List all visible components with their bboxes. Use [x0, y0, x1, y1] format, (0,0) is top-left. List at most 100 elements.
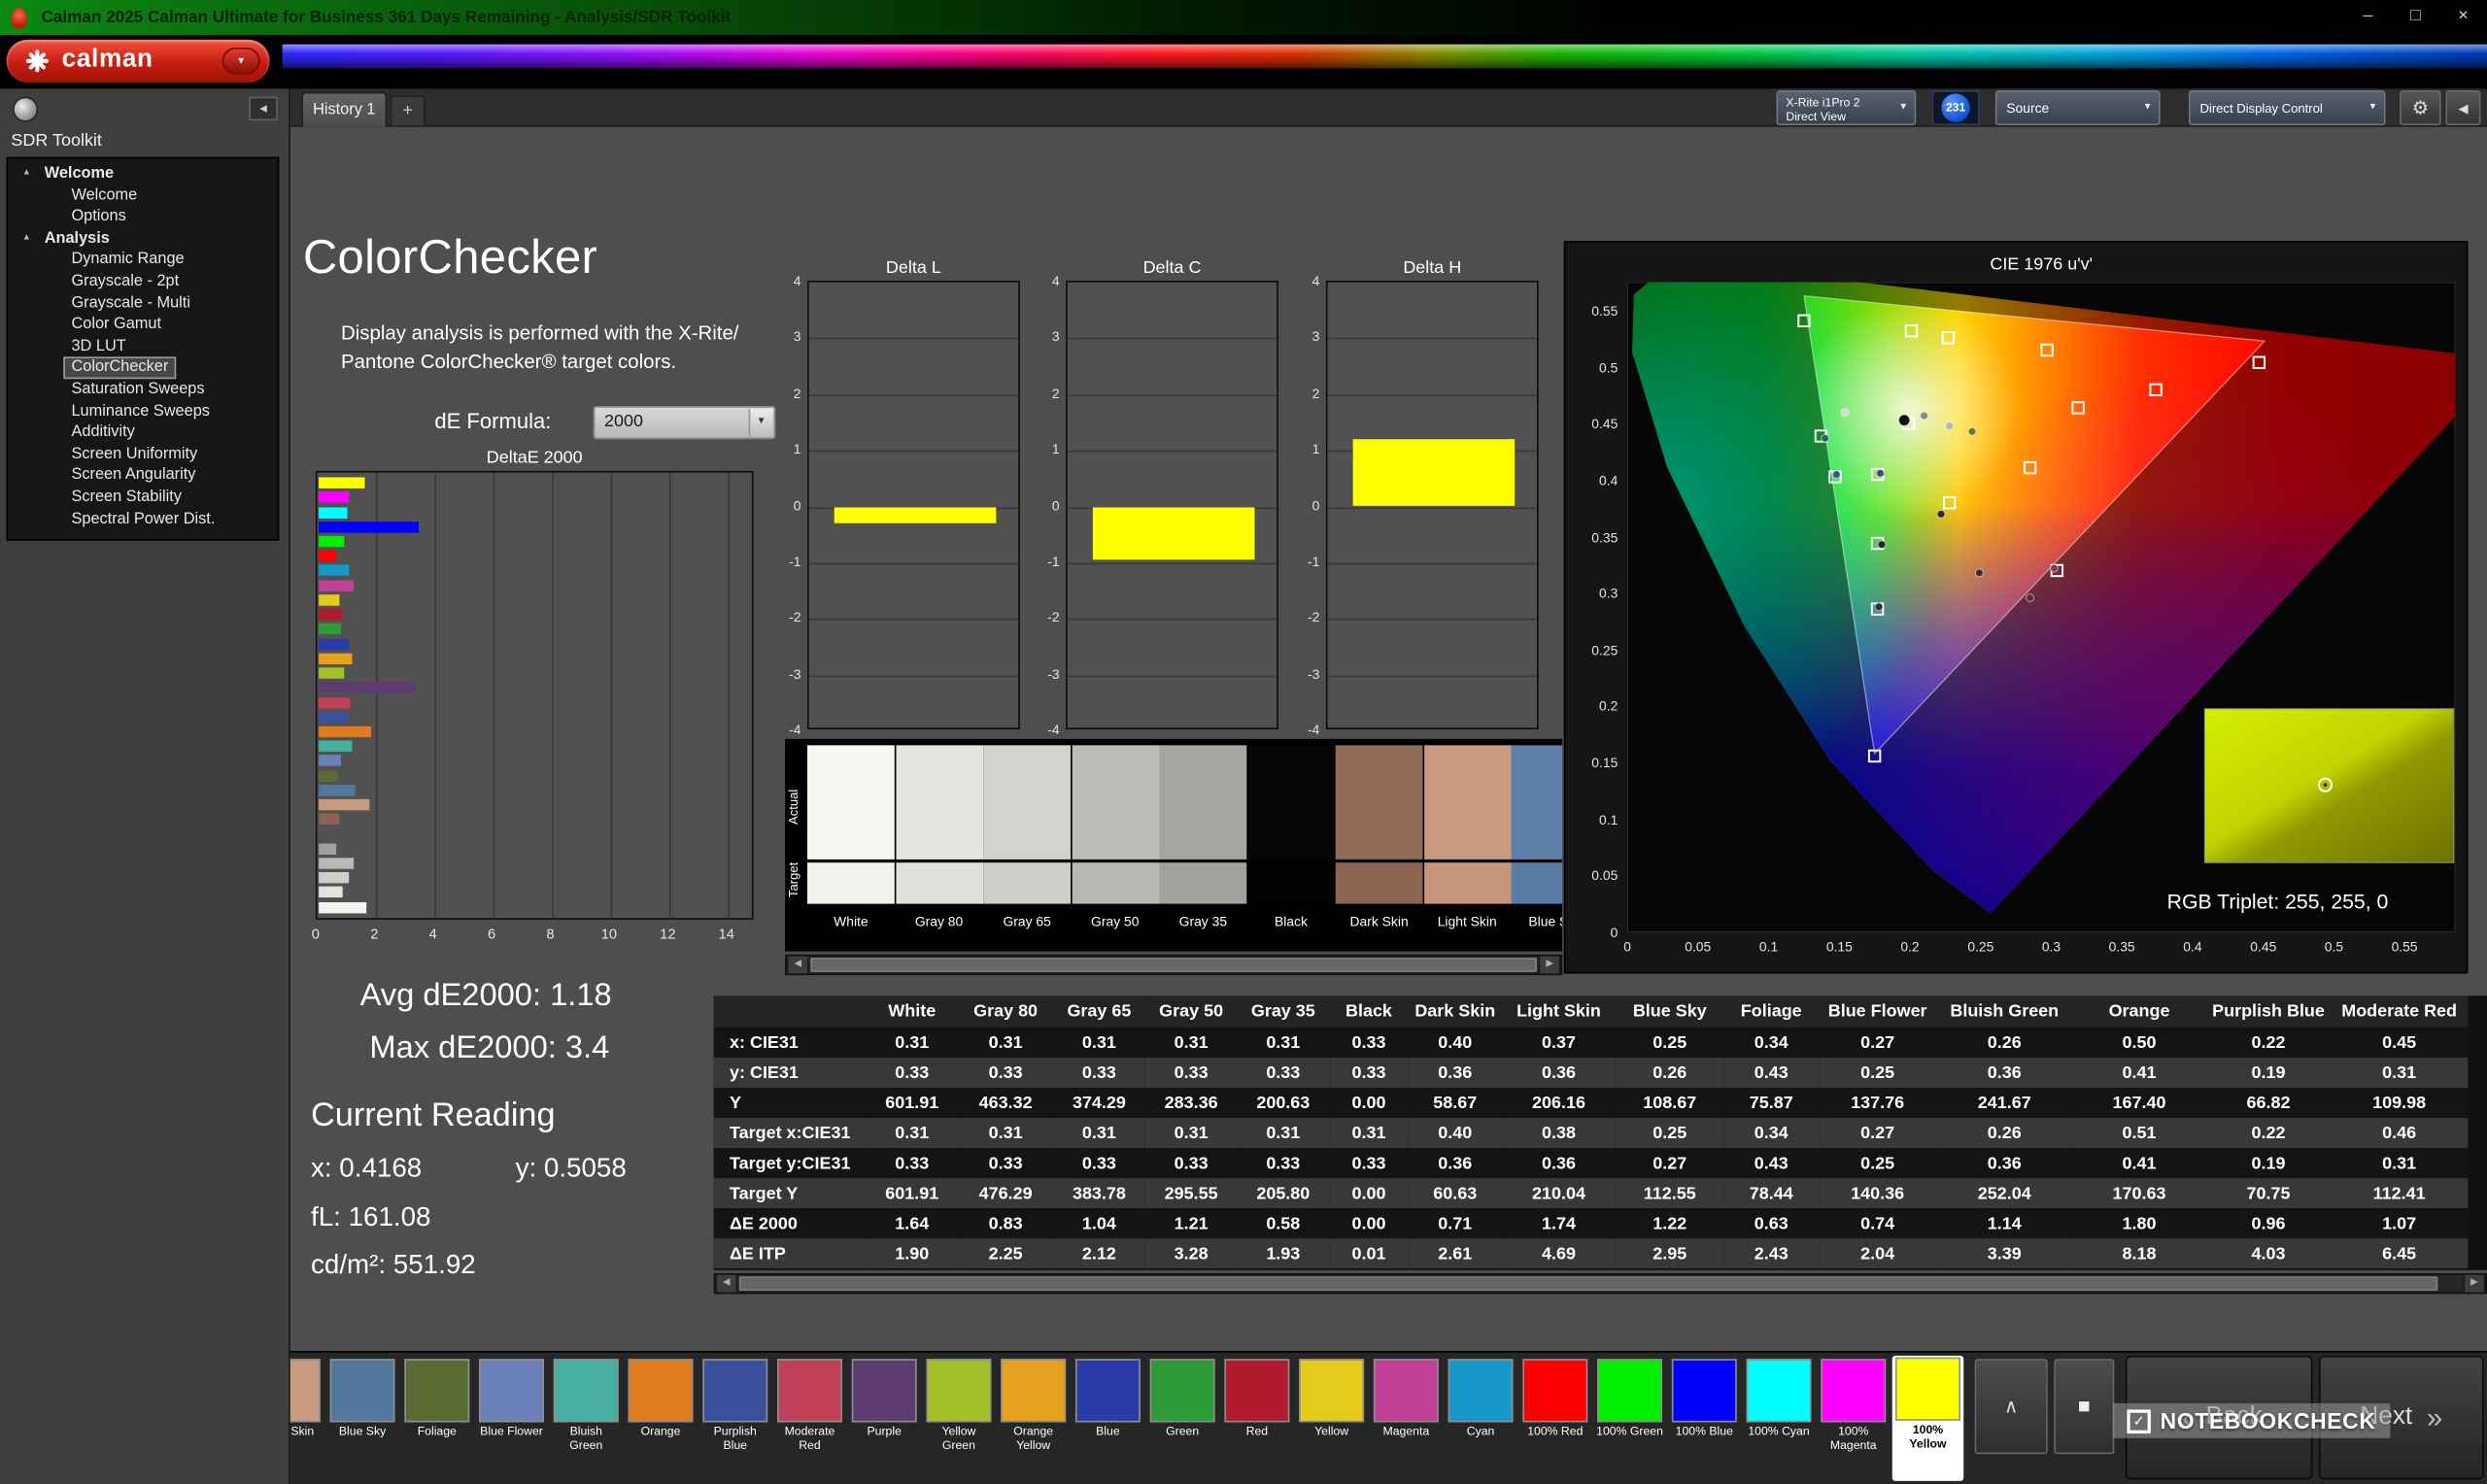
table-cell: 1.93: [1266, 1243, 1301, 1264]
patch-button-red[interactable]: Red: [1221, 1358, 1292, 1463]
scroll-right-icon[interactable]: ▶: [1538, 956, 1561, 974]
sidebar-collapse-button[interactable]: ◀: [249, 96, 278, 121]
meter-dropdown[interactable]: X-Rite i1Pro 2 Direct View ▼: [1776, 90, 1917, 125]
patch-color-swatch: [1821, 1359, 1887, 1423]
sidebar-item-3d-lut[interactable]: 3D LUT: [8, 336, 278, 357]
sidebar-item-welcome[interactable]: ▲ Welcome: [8, 163, 278, 185]
sidebar-item-grayscale-multi[interactable]: Grayscale - Multi: [8, 292, 278, 314]
sidebar-item-screen-uniformity[interactable]: Screen Uniformity: [8, 444, 278, 465]
minimize-button[interactable]: –: [2344, 0, 2392, 35]
table-cell: 2.25: [988, 1243, 1023, 1264]
add-tab-button[interactable]: +: [390, 94, 426, 127]
table-cell: 0.43: [1754, 1153, 1789, 1173]
patch-color-swatch: [628, 1359, 694, 1423]
patch-button-bluish-green[interactable]: Bluish Green: [551, 1358, 622, 1463]
sidebar-item-colorchecker[interactable]: ColorChecker: [8, 356, 278, 380]
patch-button-magenta[interactable]: Magenta: [1371, 1358, 1442, 1463]
table-cell: 0.37: [1541, 1032, 1576, 1053]
delta_h-chart: [1325, 280, 1539, 730]
display-control-dropdown[interactable]: Direct Display Control ▼: [2189, 90, 2386, 125]
patch-button-blue-sky[interactable]: Blue Sky: [326, 1358, 397, 1463]
sidebar-item-options[interactable]: Options: [8, 207, 278, 228]
deltae-bar-foliage: [319, 769, 338, 782]
patch-button-100-cyan[interactable]: 100% Cyan: [1743, 1358, 1814, 1463]
close-button[interactable]: ×: [2439, 0, 2487, 35]
delta_h-y-tick-label: 2: [1312, 385, 1320, 401]
delta_l-y-tick-label: -1: [789, 553, 801, 569]
sidebar-item-analysis[interactable]: ▲ Analysis: [8, 228, 278, 250]
sidebar-item-label: Additivity: [71, 423, 135, 442]
sidebar-item-dynamic-range[interactable]: Dynamic Range: [8, 250, 278, 271]
patch-button-100-green[interactable]: 100% Green: [1594, 1358, 1665, 1463]
chevron-down-icon: ▼: [2142, 103, 2153, 113]
de-formula-dropdown[interactable]: 2000 ▼: [593, 405, 776, 440]
calman-logo[interactable]: calman ▼: [6, 39, 270, 83]
target-swatch: [895, 862, 983, 904]
target-swatch: [1423, 862, 1512, 904]
scroll-left-icon[interactable]: ◀: [715, 1274, 738, 1293]
patch-button-100-blue[interactable]: 100% Blue: [1669, 1358, 1740, 1463]
settings-button[interactable]: ⚙: [2400, 90, 2441, 125]
patch-button-moderate-red[interactable]: Moderate Red: [774, 1358, 845, 1463]
table-cell: 167.40: [2112, 1093, 2166, 1113]
patch-button-light-skin[interactable]: Light Skin: [290, 1358, 324, 1463]
patch-button-orange-yellow[interactable]: Orange Yellow: [998, 1358, 1069, 1463]
sidebar-item-luminance-sweeps[interactable]: Luminance Sweeps: [8, 400, 278, 422]
sidebar-item-screen-stability[interactable]: Screen Stability: [8, 487, 278, 508]
sidebar-item-grayscale-2pt[interactable]: Grayscale - 2pt: [8, 271, 278, 292]
sidebar-item-spectral-power-dist-[interactable]: Spectral Power Dist.: [8, 508, 278, 529]
patch-button-blue[interactable]: Blue: [1073, 1358, 1143, 1463]
patch-button-orange[interactable]: Orange: [625, 1358, 696, 1463]
patch-button-yellow-green[interactable]: Yellow Green: [923, 1358, 994, 1463]
cie-y-tick-label: 0.15: [1591, 755, 1618, 771]
swatch-strip-scrollbar[interactable]: ◀ ▶: [785, 954, 1563, 976]
sidebar-item-label: Grayscale - Multi: [71, 293, 190, 312]
table-cell: 241.67: [1977, 1093, 2031, 1113]
tab-history-1[interactable]: History 1: [301, 91, 388, 127]
check-icon: ✓: [2127, 1408, 2151, 1433]
patch-button-purplish-blue[interactable]: Purplish Blue: [699, 1358, 770, 1463]
stop-measurement-button[interactable]: ■: [2054, 1359, 2115, 1455]
delta_h-y-tick-label: -4: [1308, 721, 1320, 738]
logo-dropdown-button[interactable]: ▼: [221, 47, 260, 75]
patch-button-blue-flower[interactable]: Blue Flower: [476, 1358, 547, 1463]
source-dropdown[interactable]: Source ▼: [1994, 90, 2161, 125]
maximize-button[interactable]: □: [2392, 0, 2439, 35]
patch-button-foliage[interactable]: Foliage: [401, 1358, 472, 1463]
table-cell: 0.22: [2251, 1123, 2286, 1143]
table-cell: 252.04: [1977, 1183, 2031, 1203]
actual-row-label: Actual: [786, 789, 801, 826]
patch-button-yellow[interactable]: Yellow: [1296, 1358, 1367, 1463]
patch-button-green[interactable]: Green: [1146, 1358, 1217, 1463]
patch-button-cyan[interactable]: Cyan: [1445, 1358, 1516, 1463]
scroll-left-icon[interactable]: ◀: [786, 956, 809, 974]
scrollbar-thumb[interactable]: [738, 1276, 2438, 1291]
sidebar-home-icon[interactable]: [13, 96, 39, 122]
sidebar-item-saturation-sweeps[interactable]: Saturation Sweeps: [8, 379, 278, 400]
patch-label: Yellow Green: [941, 1424, 976, 1452]
expand-patchbar-button[interactable]: ∧: [1974, 1359, 2048, 1455]
table-row: ΔE ITP 1.90 2.25 2.12 3.28 1.93 0.01 2.61 4.69 2.…: [713, 1238, 2468, 1269]
patch-button-100-magenta[interactable]: 100% Magenta: [1818, 1358, 1889, 1463]
table-column-header: Bluish Green: [1936, 995, 2073, 1028]
panel-collapse-button[interactable]: ◀: [2445, 90, 2481, 125]
table-cell: 0.46: [2382, 1123, 2417, 1143]
sidebar-item-additivity[interactable]: Additivity: [8, 422, 278, 443]
scroll-right-icon[interactable]: ▶: [2463, 1274, 2486, 1293]
expanded-group-icon[interactable]: ▲: [22, 228, 31, 250]
delta_c-chart-title: Delta C: [1142, 258, 1202, 278]
cie-x-tick-label: 0.4: [2183, 938, 2202, 955]
expanded-group-icon[interactable]: ▲: [22, 163, 31, 185]
patch-button-100-red[interactable]: 100% Red: [1519, 1358, 1590, 1463]
sidebar-item-screen-angularity[interactable]: Screen Angularity: [8, 465, 278, 487]
sidebar-item-welcome[interactable]: Welcome: [8, 185, 278, 206]
table-scrollbar[interactable]: ◀ ▶: [713, 1273, 2487, 1295]
patch-button-purple[interactable]: Purple: [848, 1358, 919, 1463]
cie-y-tick-label: 0.5: [1598, 358, 1618, 376]
patch-button-100-yellow[interactable]: 100% Yellow: [1891, 1355, 1964, 1481]
sidebar-item-color-gamut[interactable]: Color Gamut: [8, 315, 278, 336]
table-cell: 0.25: [1860, 1062, 1895, 1083]
table-cell: 3.39: [1987, 1243, 2022, 1264]
scrollbar-thumb[interactable]: [810, 958, 1538, 972]
reading-cdm2-value: cd/m²: 551.92: [310, 1249, 476, 1280]
